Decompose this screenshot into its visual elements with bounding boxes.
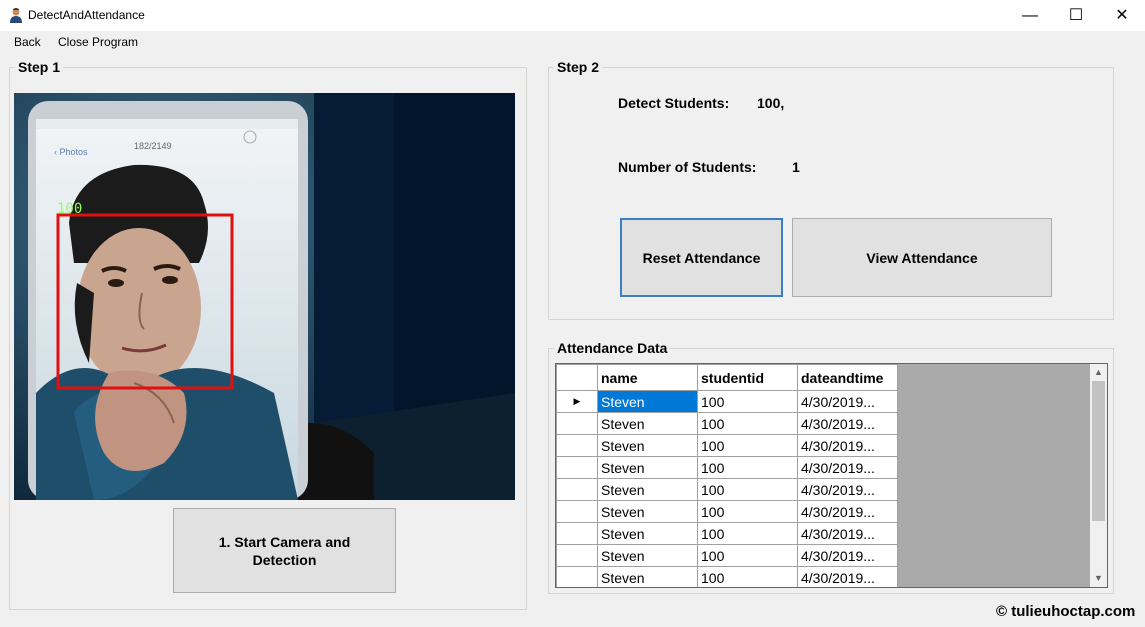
table-cell[interactable]: 100 — [697, 478, 798, 501]
table-row[interactable]: Steven 100 4/30/2019... — [556, 566, 898, 587]
scrollbar-thumb[interactable] — [1092, 381, 1105, 521]
menu-bar: Back Close Program — [0, 31, 1145, 53]
table-row[interactable]: Steven 100 4/30/2019... — [556, 522, 898, 545]
attendance-grid[interactable]: name studentid dateandtime ▶ Steven 100 … — [555, 363, 1108, 588]
table-cell[interactable]: Steven — [597, 390, 698, 413]
row-indicator-icon[interactable]: ▶ — [556, 390, 598, 413]
camera-feed: ‹ Photos 182/2149 100 — [14, 93, 515, 500]
table-cell[interactable]: Steven — [597, 522, 698, 545]
table-cell[interactable]: Steven — [597, 500, 698, 523]
table-cell[interactable]: 100 — [697, 544, 798, 567]
row-header[interactable] — [556, 456, 598, 479]
table-cell[interactable]: 100 — [697, 566, 798, 587]
svg-text:‹ Photos: ‹ Photos — [54, 147, 88, 157]
table-cell[interactable]: 4/30/2019... — [797, 434, 898, 457]
maximize-button[interactable]: ☐ — [1053, 0, 1099, 31]
table-row[interactable]: Steven 100 4/30/2019... — [556, 434, 898, 457]
table-row[interactable]: ▶ Steven 100 4/30/2019... — [556, 390, 898, 413]
row-header[interactable] — [556, 544, 598, 567]
table-cell[interactable]: 100 — [697, 500, 798, 523]
table-cell[interactable]: Steven — [597, 412, 698, 435]
detect-students-label: Detect Students: — [618, 95, 730, 111]
table-row[interactable]: Steven 100 4/30/2019... — [556, 500, 898, 523]
attendance-label: Attendance Data — [554, 340, 671, 356]
table-cell[interactable]: 4/30/2019... — [797, 566, 898, 587]
row-header[interactable] — [556, 522, 598, 545]
start-camera-button[interactable]: 1. Start Camera and Detection — [173, 508, 396, 593]
table-cell[interactable]: 100 — [697, 412, 798, 435]
table-cell[interactable]: 4/30/2019... — [797, 390, 898, 413]
table-cell[interactable]: 4/30/2019... — [797, 500, 898, 523]
camera-image: ‹ Photos 182/2149 100 — [14, 93, 515, 500]
vertical-scrollbar[interactable]: ▲ ▼ — [1090, 364, 1107, 587]
start-camera-label: 1. Start Camera and Detection — [218, 533, 351, 568]
detect-students-value: 100, — [757, 95, 785, 111]
row-header[interactable] — [556, 412, 598, 435]
table-cell[interactable]: 4/30/2019... — [797, 412, 898, 435]
menu-item-back[interactable]: Back — [14, 35, 41, 49]
table-header-row: name studentid dateandtime — [556, 364, 898, 391]
row-header[interactable] — [556, 566, 598, 587]
svg-text:182/2149: 182/2149 — [134, 141, 172, 151]
view-attendance-label: View Attendance — [866, 249, 978, 266]
table-cell[interactable]: 100 — [697, 434, 798, 457]
menu-item-close-program[interactable]: Close Program — [58, 35, 138, 49]
step1-label: Step 1 — [15, 59, 64, 75]
reset-attendance-button[interactable]: Reset Attendance — [620, 218, 783, 297]
table-cell[interactable]: 4/30/2019... — [797, 478, 898, 501]
table-cell[interactable]: Steven — [597, 478, 698, 501]
table-cell[interactable]: Steven — [597, 566, 698, 587]
number-of-students-label: Number of Students: — [618, 159, 757, 175]
table-cell[interactable]: Steven — [597, 456, 698, 479]
window-title: DetectAndAttendance — [28, 8, 145, 22]
title-bar: DetectAndAttendance — ☐ ✕ — [0, 0, 1145, 31]
table-cell[interactable]: 100 — [697, 390, 798, 413]
table-cell[interactable]: 4/30/2019... — [797, 522, 898, 545]
row-header-corner — [556, 364, 598, 391]
view-attendance-button[interactable]: View Attendance — [792, 218, 1052, 297]
detection-label: 100 — [57, 201, 82, 217]
table-cell[interactable]: Steven — [597, 434, 698, 457]
scroll-down-icon[interactable]: ▼ — [1090, 570, 1107, 587]
reset-attendance-label: Reset Attendance — [642, 249, 761, 266]
step2-label: Step 2 — [554, 59, 603, 75]
table-cell[interactable]: 100 — [697, 522, 798, 545]
column-header-name[interactable]: name — [597, 364, 698, 391]
row-header[interactable] — [556, 434, 598, 457]
minimize-button[interactable]: — — [1007, 0, 1053, 31]
column-header-studentid[interactable]: studentid — [697, 364, 798, 391]
attendance-table: name studentid dateandtime ▶ Steven 100 … — [556, 364, 898, 587]
table-row[interactable]: Steven 100 4/30/2019... — [556, 412, 898, 435]
table-row[interactable]: Steven 100 4/30/2019... — [556, 456, 898, 479]
table-cell[interactable]: 100 — [697, 456, 798, 479]
app-icon — [10, 8, 22, 23]
watermark: © tulieuhoctap.com — [996, 603, 1136, 620]
table-cell[interactable]: 4/30/2019... — [797, 456, 898, 479]
row-header[interactable] — [556, 478, 598, 501]
table-row[interactable]: Steven 100 4/30/2019... — [556, 544, 898, 567]
close-button[interactable]: ✕ — [1099, 0, 1145, 31]
table-row[interactable]: Steven 100 4/30/2019... — [556, 478, 898, 501]
column-header-dateandtime[interactable]: dateandtime — [797, 364, 898, 391]
table-cell[interactable]: 4/30/2019... — [797, 544, 898, 567]
table-cell[interactable]: Steven — [597, 544, 698, 567]
scroll-up-icon[interactable]: ▲ — [1090, 364, 1107, 381]
row-header[interactable] — [556, 500, 598, 523]
number-of-students-value: 1 — [792, 159, 800, 175]
